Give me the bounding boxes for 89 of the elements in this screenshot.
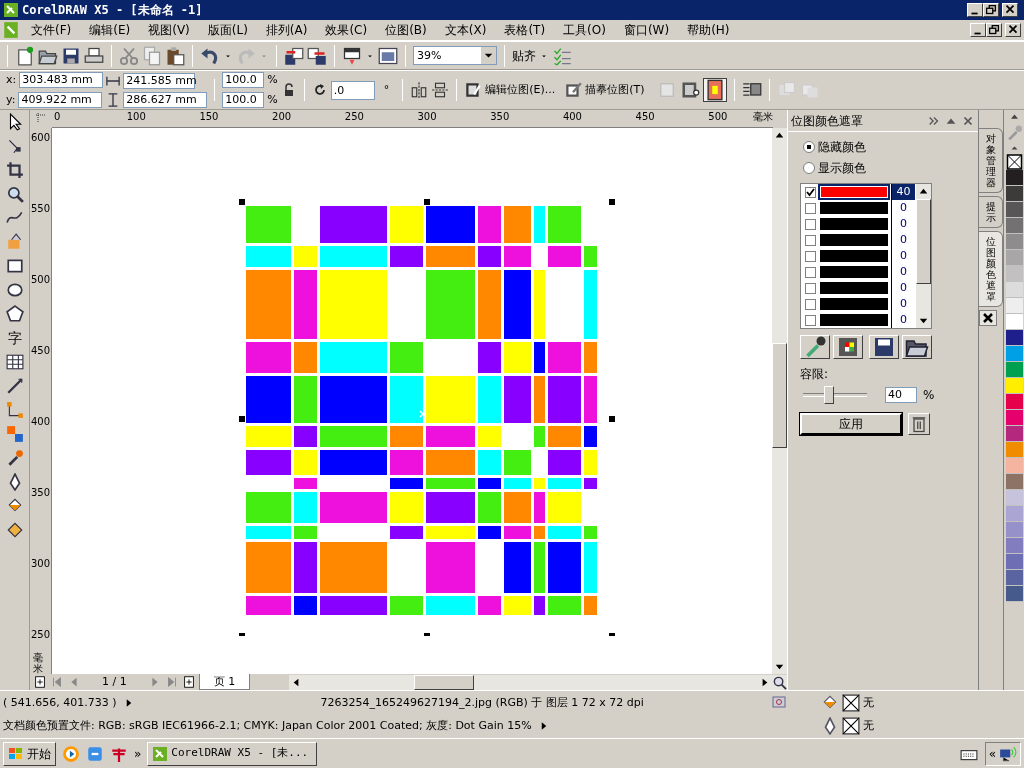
- ruler-label: 450: [31, 345, 51, 356]
- zoom-dropdown[interactable]: 39%: [413, 46, 497, 65]
- page-counter: 1 / 1: [102, 673, 127, 690]
- snap-dropdown[interactable]: 贴齐: [512, 46, 536, 65]
- ruler-label: 500: [708, 111, 728, 122]
- outline-status: 无: [863, 717, 874, 734]
- ruler-unit: 毫米: [753, 111, 773, 122]
- menu-item[interactable]: 位图(B): [376, 20, 436, 40]
- ruler-label: 250: [344, 111, 364, 122]
- tolerance-value: 0: [891, 216, 915, 232]
- field-label: y:: [6, 91, 16, 108]
- color-row[interactable]: 0: [801, 248, 916, 264]
- docker-tab[interactable]: 对象管理器: [979, 128, 1003, 193]
- tolerance-value: 0: [891, 312, 915, 328]
- ruler-label: 250: [31, 629, 51, 640]
- input-field[interactable]: 303.483 mm: [19, 72, 104, 89]
- ruler-label: 350: [31, 487, 51, 498]
- ruler-label: 0: [54, 111, 61, 122]
- menu-item[interactable]: 文件(F): [22, 20, 81, 40]
- menu-item[interactable]: 文本(X): [435, 20, 496, 40]
- tolerance-value: 0: [891, 280, 915, 296]
- tolerance-value: 0: [891, 232, 915, 248]
- input-field[interactable]: 286.627 mm: [123, 91, 208, 108]
- radio-label: 显示颜色: [818, 160, 866, 177]
- tolerance-label: 容限:: [800, 366, 830, 383]
- input-field[interactable]: 40: [885, 387, 917, 403]
- color-row[interactable]: 0: [801, 232, 916, 248]
- ruler-unit: 毫米: [33, 652, 43, 674]
- color-row[interactable]: 0: [801, 296, 916, 312]
- ruler-label: 350: [490, 111, 510, 122]
- object-info: 7263254_165249627194_2.jpg (RGB) 于 图层 1 72 x 72 dpi: [320, 694, 644, 711]
- start-button[interactable]: 开始: [3, 741, 56, 766]
- page-tab[interactable]: 页 1: [198, 674, 251, 690]
- menu-item[interactable]: 视图(V): [139, 20, 199, 40]
- ruler-label: 600: [31, 132, 51, 143]
- tolerance-value: 0: [891, 296, 915, 312]
- cursor-coordinates: ( 541.656, 401.733 ): [3, 694, 117, 711]
- ruler-label: 400: [31, 416, 51, 427]
- ruler-label: 300: [417, 111, 437, 122]
- percent-label: %: [923, 387, 935, 404]
- ruler-label: 550: [31, 203, 51, 214]
- color-row[interactable]: 40: [801, 184, 916, 200]
- ruler-label: 300: [31, 558, 51, 569]
- input-field[interactable]: 100.0: [222, 91, 265, 108]
- color-row[interactable]: 0: [801, 216, 916, 232]
- text-tool[interactable]: 字: [7, 329, 22, 347]
- menu-item[interactable]: 工具(O): [554, 20, 615, 40]
- window-title: CorelDRAW X5 - [未命名 -1]: [22, 2, 204, 19]
- tolerance-value: 0: [891, 200, 915, 216]
- docker-tab[interactable]: 位图颜色遮罩: [979, 231, 1003, 307]
- degree-label: °: [383, 81, 390, 98]
- docker-title: 位图颜色遮罩: [791, 112, 864, 130]
- menu-item[interactable]: 表格(T): [495, 20, 555, 40]
- menu-item[interactable]: 效果(C): [316, 20, 377, 40]
- ruler-label: 400: [562, 111, 582, 122]
- ruler-label: 450: [635, 111, 655, 122]
- tray-toggle[interactable]: «: [988, 744, 996, 763]
- input-field[interactable]: 241.585 mm: [123, 72, 196, 89]
- ruler-label: 100: [126, 111, 146, 122]
- ruler-label: 500: [31, 274, 51, 285]
- tolerance-value: 40: [891, 184, 915, 200]
- field-label: x:: [6, 72, 17, 88]
- ruler-label: 200: [272, 111, 292, 122]
- tolerance-value: 0: [891, 264, 915, 280]
- trace-bitmap-button[interactable]: 描摹位图(T): [585, 81, 645, 99]
- ruler-label: 150: [199, 111, 219, 122]
- docker-tab[interactable]: 提示: [979, 196, 1003, 228]
- percent-label: %: [267, 91, 278, 108]
- edit-bitmap-button[interactable]: 编辑位图(E)...: [485, 81, 556, 99]
- menu-item[interactable]: 版面(L): [198, 20, 257, 40]
- color-row[interactable]: 0: [801, 200, 916, 216]
- color-row[interactable]: 0: [801, 264, 916, 280]
- color-row[interactable]: 0: [801, 312, 916, 328]
- radio-label: 隐藏颜色: [818, 139, 866, 156]
- menu-item[interactable]: 编辑(E): [80, 20, 140, 40]
- tolerance-value: 0: [891, 248, 915, 264]
- menu-item[interactable]: 窗口(W): [614, 20, 679, 40]
- percent-label: %: [267, 72, 278, 88]
- color-row[interactable]: 0: [801, 280, 916, 296]
- apply-button[interactable]: 应用: [800, 413, 902, 435]
- taskbar-button[interactable]: CorelDRAW X5 - [未...: [147, 741, 318, 766]
- menu-item[interactable]: 帮助(H): [678, 20, 739, 40]
- input-field[interactable]: 100.0: [222, 72, 265, 89]
- menu-item[interactable]: 排列(A): [256, 20, 317, 40]
- input-field[interactable]: .0: [330, 80, 375, 100]
- input-field[interactable]: 409.922 mm: [18, 91, 103, 108]
- more-button[interactable]: »: [134, 744, 142, 763]
- color-profile-info: 文档颜色预置文件: RGB: sRGB IEC61966-2.1; CMYK: Japan Color 2001 Coated; 灰度: Dot Gain 15%: [3, 717, 532, 734]
- fill-status: 无: [863, 694, 874, 711]
